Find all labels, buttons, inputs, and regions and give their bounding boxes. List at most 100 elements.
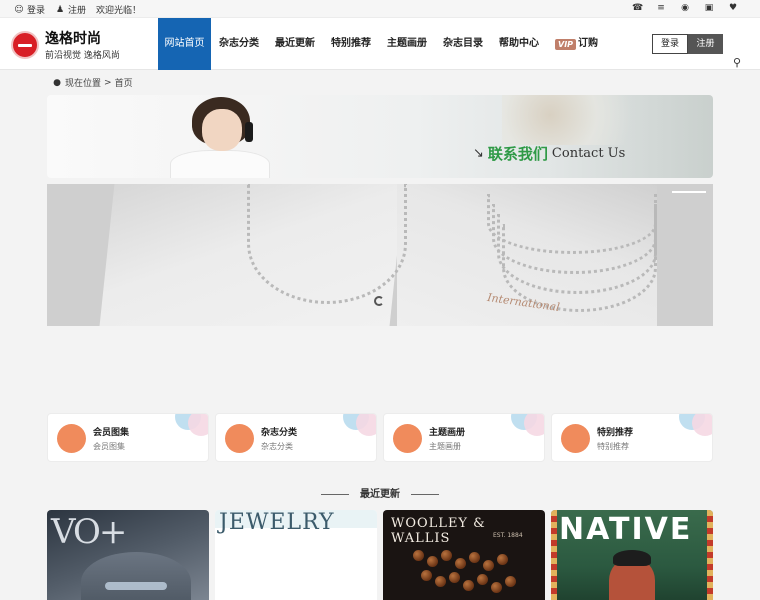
breadcrumb-separator: > <box>104 77 112 88</box>
card-subtitle: 杂志分类 <box>261 442 293 451</box>
banner-background-art <box>502 95 662 145</box>
location-pin-icon: ● <box>53 77 61 88</box>
section-title-text: 最近更新 <box>360 489 400 500</box>
nav-item-recent[interactable]: 最近更新 <box>267 18 323 70</box>
cover-portrait <box>81 552 191 600</box>
bead <box>483 560 494 571</box>
bead <box>421 570 432 581</box>
card-subtitle: 会员图集 <box>93 442 125 451</box>
top-register-label: 注册 <box>68 6 87 16</box>
cover-eye-makeup <box>105 582 167 590</box>
breadcrumb-home-link[interactable]: 首页 <box>115 76 133 89</box>
top-login-label: 登录 <box>27 6 46 16</box>
breadcrumb-location-label: 现在位置 <box>65 79 102 89</box>
customer-service-photo <box>142 95 282 178</box>
register-button[interactable]: 注册 <box>688 34 723 54</box>
contact-us-en: Contact Us <box>551 146 626 161</box>
card-circle-icon <box>393 424 422 453</box>
necklace-image <box>247 184 407 304</box>
cover-title: NATIVE <box>559 512 693 547</box>
arrow-down-right-icon: ↘ <box>473 146 484 161</box>
contact-us-text: ↘ 联系我们 Contact Us <box>473 143 625 164</box>
cover-est-text: EST. 1884 <box>493 532 523 539</box>
card-theme-albums[interactable]: 主题画册 主题画册 <box>383 413 545 462</box>
photo-body <box>170 150 270 178</box>
cover-headpiece <box>613 550 651 566</box>
heart-icon[interactable]: ♥ <box>728 3 738 13</box>
feature-cards: 会员图集 会员图集 杂志分类 杂志分类 主题画册 主题画册 特别推荐 特别推荐 <box>47 413 713 462</box>
bead <box>469 552 480 563</box>
heading-divider-right <box>411 493 440 495</box>
bead <box>463 580 474 591</box>
card-bubble-pink <box>692 414 712 436</box>
nav-item-catalog[interactable]: 杂志目录 <box>435 18 491 70</box>
contact-us-banner[interactable]: ↘ 联系我们 Contact Us <box>47 95 713 178</box>
search-icon[interactable]: ⚲ <box>733 56 741 69</box>
main-nav: 网站首页 杂志分类 最近更新 特别推荐 主题画册 杂志目录 帮助中心 VIP 订… <box>158 18 606 70</box>
bead <box>435 576 446 587</box>
list-icon[interactable]: ≡ <box>656 3 666 13</box>
cover-pattern-right <box>707 510 713 600</box>
contact-us-cn: 联系我们 <box>487 145 548 163</box>
calendar-icon[interactable]: ▣ <box>704 3 714 13</box>
nav-item-help[interactable]: 帮助中心 <box>491 18 547 70</box>
card-bubble-pink <box>524 414 544 436</box>
card-title: 特别推荐 <box>597 428 634 438</box>
nav-item-categories[interactable]: 杂志分类 <box>211 18 267 70</box>
recent-updates-heading: 最近更新 <box>0 485 760 500</box>
vip-order-label: 订购 <box>578 38 599 49</box>
magazine-cover-vo[interactable]: VO+ <box>47 510 209 600</box>
card-bubble-pink <box>188 414 208 436</box>
magazine-grid: VO+ JEWELRY WOOLLEY & WALLIS EST. 1884 N… <box>47 510 713 600</box>
cover-title: VO+ <box>51 512 127 552</box>
magazine-cover-woolley-wallis[interactable]: WOOLLEY & WALLIS EST. 1884 <box>383 510 545 600</box>
bead <box>497 554 508 565</box>
cover-pattern-left <box>551 510 557 600</box>
top-utility-bar: ☺ 登录 ♟ 注册 欢迎光临！ ☎ ≡ ◉ ▣ ♥ <box>0 0 760 18</box>
top-login-link[interactable]: ☺ 登录 <box>14 3 46 17</box>
phone-icon[interactable]: ☎ <box>632 3 643 13</box>
nav-item-home[interactable]: 网站首页 <box>158 18 211 70</box>
loading-spinner-icon <box>374 296 384 306</box>
magazine-cover-native[interactable]: NATIVE <box>551 510 713 600</box>
vip-badge-icon: VIP <box>555 38 577 50</box>
bead <box>427 556 438 567</box>
slider-indicator[interactable] <box>672 191 706 193</box>
magazine-cover-jewelry[interactable]: JEWELRY <box>215 510 377 600</box>
site-tagline: 前沿视觉 逸格风尚 <box>45 51 120 61</box>
bead <box>449 572 460 583</box>
breadcrumb: ● 现在位置 > 首页 <box>52 76 133 90</box>
card-circle-icon <box>561 424 590 453</box>
card-featured[interactable]: 特别推荐 特别推荐 <box>551 413 713 462</box>
photo-phone <box>245 122 253 142</box>
card-subtitle: 主题画册 <box>429 442 461 451</box>
card-magazine-categories[interactable]: 杂志分类 杂志分类 <box>215 413 377 462</box>
heading-divider-left <box>320 493 349 495</box>
card-circle-icon <box>57 424 86 453</box>
bead <box>491 582 502 593</box>
nav-item-albums[interactable]: 主题画册 <box>379 18 435 70</box>
bead <box>455 558 466 569</box>
welcome-text: 欢迎光临！ <box>96 6 142 16</box>
card-member-gallery[interactable]: 会员图集 会员图集 <box>47 413 209 462</box>
site-header: 逸格时尚 前沿视觉 逸格风尚 网站首页 杂志分类 最近更新 特别推荐 主题画册 … <box>0 18 760 70</box>
card-bubble-pink <box>356 414 376 436</box>
bead <box>413 550 424 561</box>
login-button[interactable]: 登录 <box>652 34 688 54</box>
person-icon: ♟ <box>55 4 65 15</box>
nav-item-vip-order[interactable]: VIP 订购 <box>547 18 606 70</box>
site-logo[interactable] <box>11 31 39 59</box>
eye-icon[interactable]: ◉ <box>680 3 690 13</box>
card-title: 主题画册 <box>429 428 466 438</box>
site-title[interactable]: 逸格时尚 <box>45 28 101 48</box>
card-subtitle: 特别推荐 <box>597 442 629 451</box>
card-circle-icon <box>225 424 254 453</box>
card-title: 会员图集 <box>93 428 130 438</box>
top-register-link[interactable]: ♟ 注册 <box>55 3 87 17</box>
hero-slider[interactable]: International <box>47 184 713 326</box>
user-icon: ☺ <box>14 4 24 15</box>
bead <box>441 550 452 561</box>
bead <box>477 574 488 585</box>
nav-item-featured[interactable]: 特别推荐 <box>323 18 379 70</box>
card-title: 杂志分类 <box>261 428 298 438</box>
